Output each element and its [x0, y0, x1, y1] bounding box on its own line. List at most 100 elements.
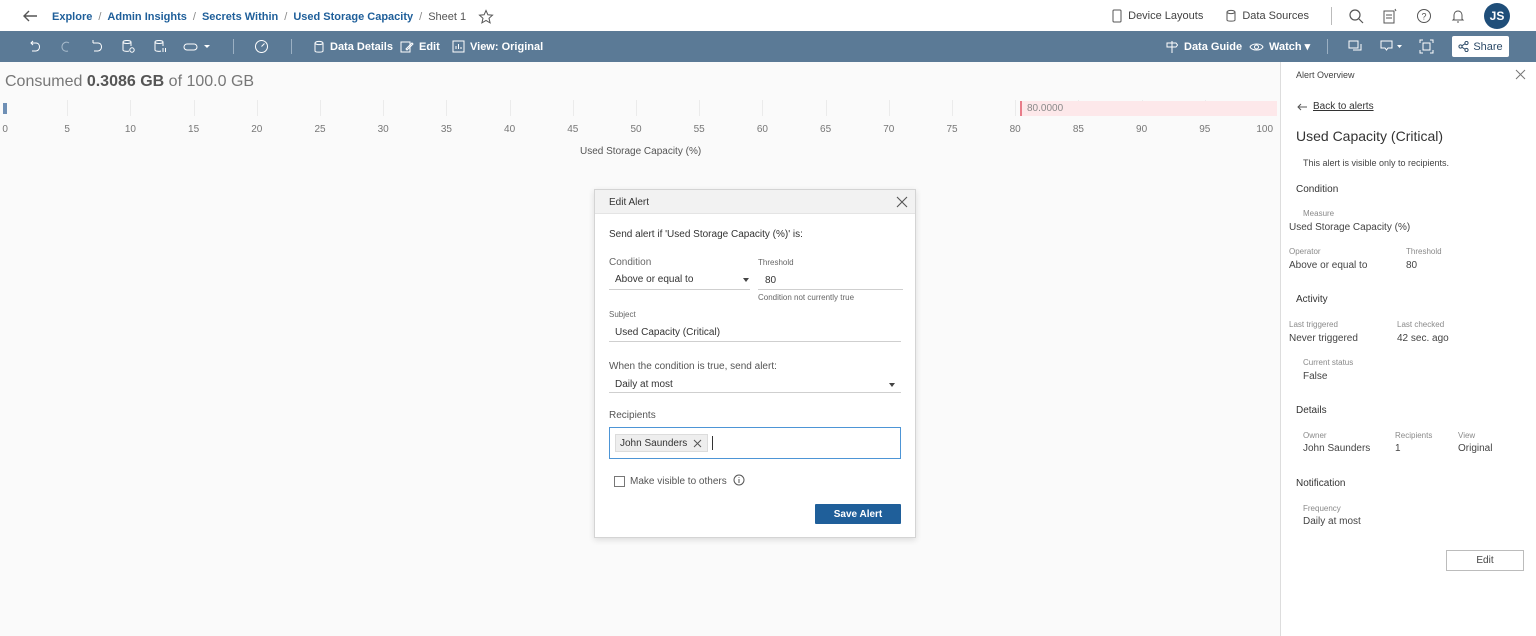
x-axis-tick-label: 75 — [946, 124, 958, 135]
view-label: View — [1458, 431, 1476, 440]
device-layouts-button[interactable]: Device Layouts — [1111, 9, 1203, 23]
undo-icon[interactable] — [27, 39, 42, 54]
edit-alert-dialog: Edit Alert Send alert if 'Used Storage C… — [594, 189, 916, 538]
edit-alert-button[interactable]: Edit — [1446, 550, 1524, 571]
share-button[interactable]: Share — [1452, 36, 1509, 57]
recents-icon[interactable] — [1382, 8, 1398, 24]
last-triggered-value: Never triggered — [1289, 333, 1358, 344]
redo-icon[interactable] — [58, 39, 73, 54]
subject-label: Subject — [609, 310, 636, 319]
x-axis-tick-label: 65 — [820, 124, 832, 135]
x-axis-tick-label: 35 — [440, 124, 452, 135]
frequency-label: Frequency — [1303, 504, 1341, 513]
data-details-button[interactable]: Data Details — [313, 31, 393, 62]
x-axis-tick-label: 90 — [1136, 124, 1148, 135]
signpost-icon — [1166, 40, 1179, 53]
view-toolbar: Data Details Edit View: Original Data Gu… — [0, 31, 1536, 62]
back-arrow-icon[interactable] — [20, 6, 40, 26]
breadcrumb-used-storage-capacity[interactable]: Used Storage Capacity — [293, 11, 413, 23]
capacity-bar[interactable] — [3, 103, 7, 114]
gridline — [320, 100, 321, 116]
alert-overview-panel: Alert Overview Back to alerts Used Capac… — [1280, 62, 1536, 636]
chevron-down-icon[interactable] — [743, 278, 749, 282]
data-details-label: Data Details — [330, 40, 393, 53]
x-axis-tick-label: 55 — [693, 124, 705, 135]
x-axis-tick-label: 60 — [756, 124, 768, 135]
x-axis-tick-label: 0 — [2, 124, 8, 135]
dialog-title: Edit Alert — [609, 197, 650, 208]
visibility-note: This alert is visible only to recipients… — [1303, 158, 1450, 168]
chevron-down-icon[interactable] — [889, 383, 895, 387]
breadcrumb-admin-insights[interactable]: Admin Insights — [107, 11, 186, 23]
device-icon — [1112, 9, 1122, 22]
data-guide-button[interactable]: Data Guide — [1165, 31, 1242, 62]
threshold-input[interactable]: 80 — [765, 275, 776, 286]
close-icon[interactable] — [1515, 69, 1526, 80]
refresh-data-icon[interactable] — [121, 39, 136, 54]
metrics-gauge-icon[interactable] — [254, 39, 269, 54]
remove-recipient-icon[interactable] — [693, 439, 702, 448]
details-section-title: Details — [1296, 405, 1327, 416]
watch-menu-button[interactable]: Watch ▾ — [1249, 31, 1310, 62]
custom-view-icon — [452, 40, 465, 53]
threshold-value: 80 — [1406, 260, 1418, 271]
notifications-bell-icon[interactable] — [1450, 8, 1466, 24]
recipients-input[interactable]: John Saunders — [609, 427, 901, 459]
reference-line-label: 80.0000 — [1027, 103, 1064, 114]
subject-input[interactable]: Used Capacity (Critical) — [615, 327, 720, 338]
favorite-star-icon[interactable] — [478, 9, 494, 25]
gridline — [257, 100, 258, 116]
comments-icon[interactable] — [1348, 39, 1363, 54]
breadcrumb-explore[interactable]: Explore — [52, 11, 92, 23]
share-label: Share — [1473, 40, 1503, 53]
data-sources-button[interactable]: Data Sources — [1225, 9, 1309, 23]
breadcrumb-current-sheet: Sheet 1 — [428, 11, 467, 23]
measure-label: Measure — [1303, 209, 1335, 218]
recipient-name: John Saunders — [620, 437, 688, 449]
save-alert-button[interactable]: Save Alert — [815, 504, 901, 524]
back-to-alerts-link[interactable]: Back to alerts — [1296, 101, 1374, 112]
gridline — [1015, 100, 1016, 116]
frequency-value: Daily at most — [1303, 516, 1361, 527]
close-icon[interactable] — [895, 195, 909, 209]
x-axis-tick-label: 20 — [251, 124, 263, 135]
user-avatar[interactable]: JS — [1484, 2, 1510, 29]
x-axis-tick-label: 85 — [1072, 124, 1084, 135]
operator-value: Above or equal to — [1289, 260, 1368, 271]
frequency-label: When the condition is true, send alert: — [609, 361, 777, 372]
replay-animation-icon[interactable] — [183, 39, 211, 54]
data-guide-label: Data Guide — [1184, 40, 1243, 53]
x-axis-tick-label: 25 — [314, 124, 326, 135]
search-icon[interactable] — [1348, 8, 1364, 24]
svg-text:?: ? — [1421, 11, 1426, 21]
x-axis-tick-label: 5 — [64, 124, 70, 135]
edit-view-button[interactable]: Edit — [400, 31, 440, 62]
help-icon[interactable]: ? — [1416, 8, 1432, 24]
dialog-intro: Send alert if 'Used Storage Capacity (%)… — [609, 229, 803, 240]
measure-value: Used Storage Capacity (%) — [1289, 222, 1411, 233]
download-menu-icon[interactable] — [1379, 39, 1403, 54]
threshold-label: Threshold — [1406, 247, 1442, 256]
recipient-chip: John Saunders — [615, 434, 709, 452]
fullscreen-icon[interactable] — [1419, 39, 1434, 54]
owner-value: John Saunders — [1303, 443, 1371, 454]
reference-line[interactable] — [1020, 101, 1022, 116]
gridline — [383, 100, 384, 116]
frequency-select[interactable]: Daily at most — [615, 379, 673, 390]
revert-icon[interactable] — [89, 39, 104, 54]
top-right-actions: Device Layouts Data Sources ? JS — [1111, 0, 1536, 31]
info-icon[interactable] — [733, 474, 745, 486]
breadcrumb-secrets-within[interactable]: Secrets Within — [202, 11, 278, 23]
pause-updates-icon[interactable] — [153, 39, 168, 54]
gridline — [762, 100, 763, 116]
x-axis-tick-label: 10 — [124, 124, 136, 135]
device-layouts-label: Device Layouts — [1128, 9, 1204, 22]
eye-icon — [1249, 43, 1264, 50]
make-visible-checkbox[interactable] — [614, 476, 625, 487]
gridline — [889, 100, 890, 116]
view-original-button[interactable]: View: Original — [452, 31, 543, 62]
divider — [233, 39, 234, 54]
x-axis-tick-label: 45 — [567, 124, 579, 135]
panel-title: Alert Overview — [1296, 70, 1355, 80]
condition-select[interactable]: Above or equal to — [615, 274, 693, 285]
